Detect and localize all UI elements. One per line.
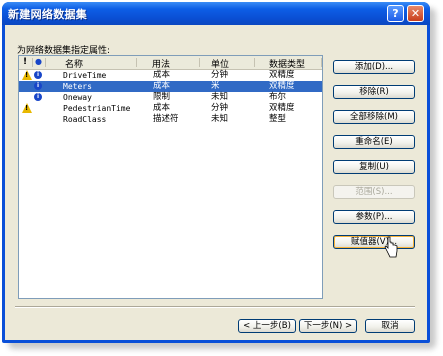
header-usage[interactable]: 用法 [152,57,170,70]
table-row[interactable]: i DriveTime 成本 分钟 双精度 [19,70,322,81]
attr-name: RoadClass [63,115,107,124]
add-button[interactable]: 添加(D)... [333,60,415,74]
table-row[interactable]: i Oneway 限制 未知 布尔 [19,92,322,103]
header-unit[interactable]: 单位 [211,57,229,70]
ranges-button[interactable]: 范围(S)... [333,185,415,199]
attr-unit: 未知 [211,114,229,124]
header-data-type[interactable]: 数据类型 [269,57,305,70]
remove-all-button[interactable]: 全部移除(M) [333,110,415,124]
close-button[interactable]: ✕ [407,5,424,22]
evaluators-button[interactable]: 赋值器(V)... [333,235,415,249]
attr-data-type: 双精度 [269,103,295,113]
cancel-button[interactable]: 取消 [365,319,415,333]
back-button[interactable]: < 上一步(B) [238,319,296,333]
duplicate-button[interactable]: 复制(U) [333,160,415,174]
dialog-body: 为网络数据集指定属性: ! ● 名称 用法 单位 数据类型 i DriveTim… [5,25,427,340]
attr-data-type: 双精度 [269,81,295,91]
dialog-title: 新建网络数据集 [8,8,88,21]
table-row-selected[interactable]: i Meters 成本 米 双精度 [19,81,322,92]
header-name[interactable]: 名称 [65,57,83,70]
title-bar[interactable]: 新建网络数据集 ? ✕ [2,2,430,25]
attr-name: PedestrianTime [63,104,131,113]
attr-usage: 成本 [153,81,171,91]
attributes-list[interactable]: ! ● 名称 用法 单位 数据类型 i DriveTime 成本 分钟 双精度 [18,55,323,299]
warning-icon [22,103,32,113]
parameters-button[interactable]: 参数(P)... [333,210,415,224]
rename-button[interactable]: 重命名(E) [333,135,415,149]
attr-unit: 分钟 [211,70,229,80]
attr-name: Oneway [63,93,92,102]
warning-icon [22,70,32,80]
help-button[interactable]: ? [387,5,404,22]
attr-name: Meters [63,82,92,91]
attr-unit: 分钟 [211,103,229,113]
table-row[interactable]: RoadClass 描述符 未知 整型 [19,114,322,125]
attr-data-type: 双精度 [269,70,295,80]
attr-usage: 限制 [153,92,171,102]
new-network-dataset-dialog: 新建网络数据集 ? ✕ 为网络数据集指定属性: ! ● 名称 用法 单位 数据类… [2,2,430,343]
attr-usage: 成本 [153,103,171,113]
table-row[interactable]: PedestrianTime 成本 分钟 双精度 [19,103,322,114]
header-warning[interactable]: ! [23,57,27,67]
list-header: ! ● 名称 用法 单位 数据类型 [19,56,322,70]
next-button[interactable]: 下一步(N) > [299,319,357,333]
attr-unit: 未知 [211,92,229,102]
attr-usage: 成本 [153,70,171,80]
attr-usage: 描述符 [153,114,179,124]
attr-name: DriveTime [63,71,107,80]
attr-unit: 米 [211,81,220,91]
remove-button[interactable]: 移除(R) [333,85,415,99]
footer-separator [15,306,415,308]
header-info[interactable]: ● [35,57,42,66]
attr-data-type: 布尔 [269,92,287,102]
hand-cursor-icon [384,236,398,258]
info-icon: i [34,82,42,90]
info-icon: i [34,71,42,79]
attr-data-type: 整型 [269,114,287,124]
info-icon: i [34,93,42,101]
